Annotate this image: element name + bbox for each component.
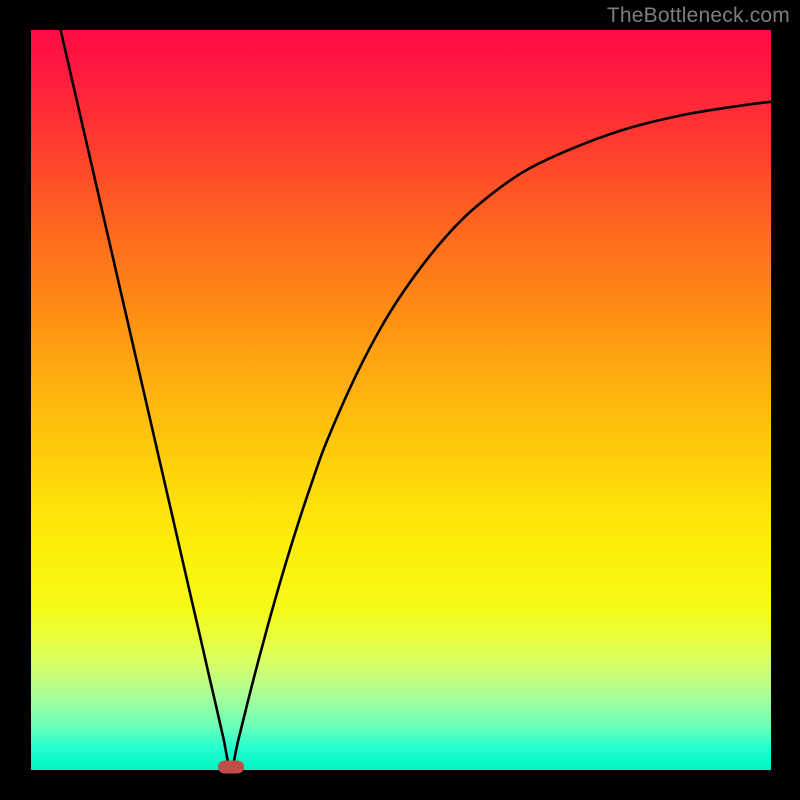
- chart-frame: TheBottleneck.com: [0, 0, 800, 800]
- plot-area: [31, 30, 771, 770]
- bottleneck-curve: [31, 30, 771, 770]
- optimal-point-marker: [218, 761, 244, 774]
- watermark-text: TheBottleneck.com: [607, 4, 790, 28]
